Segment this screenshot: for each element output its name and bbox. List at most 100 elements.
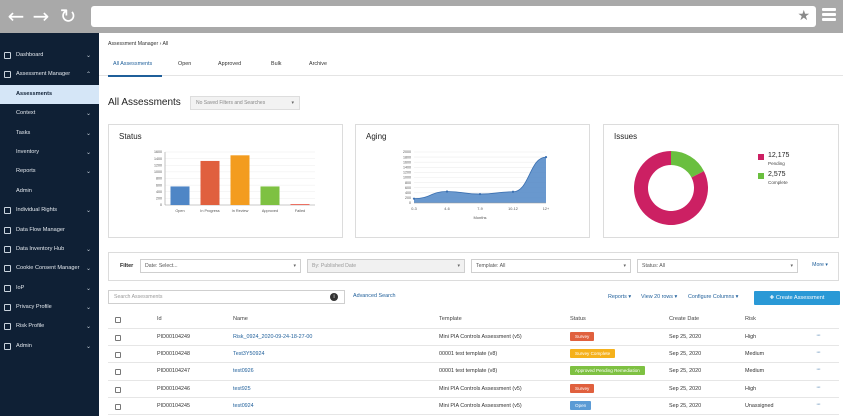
tab-archive[interactable]: Archive <box>309 61 327 67</box>
row-checkbox[interactable] <box>115 403 121 410</box>
row-date: Sep 25, 2020 <box>669 351 702 358</box>
rows-per-page-dropdown[interactable]: View 20 rows ▾ <box>641 294 677 300</box>
sidebar-item-data-flow-manager[interactable]: Data Flow Manager <box>0 221 99 240</box>
row-name[interactable]: test0924 <box>233 398 254 415</box>
issues-card: Issues 12,175 Pending 2,575 Complete <box>603 124 839 238</box>
date-filter-select[interactable]: Date: Select... ▾ <box>140 259 301 273</box>
filter-panel: Filter Date: Select... ▾ By: Published Da… <box>108 252 839 281</box>
info-icon[interactable]: i <box>330 293 338 301</box>
table-row[interactable]: PID00104249 Risk_0924_2020-09-24-18-27-00… <box>108 327 839 347</box>
sidebar-item-cookie-consent-manager[interactable]: Cookie Consent Manager ⌄ <box>0 259 99 278</box>
back-arrow-icon[interactable]: ← <box>6 6 26 26</box>
legend-label-complete: Complete <box>768 180 788 185</box>
legend-swatch-pending <box>758 154 764 160</box>
legend-label-pending: Pending <box>768 161 785 166</box>
row-actions-icon[interactable]: ··· <box>816 327 821 344</box>
table-row[interactable]: PID00104248 Test3Y50924 00001 test templat… <box>108 344 839 364</box>
more-filters-link[interactable]: More ▾ <box>812 262 828 268</box>
sidebar-item-admin[interactable]: Admin ⌄ <box>0 337 99 356</box>
saved-filter-select[interactable]: No Saved Filters and Searches ▾ <box>190 96 300 110</box>
y-tick-label: 600 <box>156 183 162 187</box>
row-date: Sep 25, 2020 <box>669 385 702 392</box>
status-filter-select[interactable]: Status: All ▾ <box>637 259 798 273</box>
tab-bulk[interactable]: Bulk <box>271 61 282 67</box>
sidebar-item-individual-rights[interactable]: Individual Rights ⌄ <box>0 201 99 220</box>
row-template: Mini PIA Controls Assessment (v5) <box>439 402 522 409</box>
status-badge: Survey <box>570 383 595 393</box>
chevron-down-icon: ⌄ <box>85 245 91 253</box>
sidebar-item-context[interactable]: Context ⌄ <box>0 104 99 123</box>
sidebar-item-inventory[interactable]: Inventory ⌄ <box>0 143 99 162</box>
x-tick-label: 0-3 <box>411 207 417 211</box>
row-date: Sep 25, 2020 <box>669 334 702 340</box>
header-id[interactable]: Id <box>157 311 162 328</box>
row-status-cell: Survey Complete <box>570 346 616 363</box>
row-actions-icon[interactable]: ··· <box>816 396 821 413</box>
table-row[interactable]: PID00104246 test925 Mini PIA Controls Asse… <box>108 381 839 398</box>
y-tick-label: 1800 <box>403 155 411 159</box>
y-tick-label: 800 <box>156 177 162 181</box>
template-filter-select[interactable]: Template: All ▾ <box>471 259 631 273</box>
reports-dropdown[interactable]: Reports ▾ <box>608 294 631 300</box>
plus-circle-icon: ✚ <box>769 295 775 301</box>
table-row[interactable]: PID00104247 test0926 00001 test template (… <box>108 361 839 381</box>
header-name[interactable]: Name <box>233 311 248 328</box>
row-checkbox[interactable] <box>115 369 121 376</box>
sidebar-item-iop[interactable]: IoP ⌄ <box>0 279 99 298</box>
row-actions-icon[interactable]: ··· <box>816 361 821 378</box>
y-tick-label: 600 <box>405 186 411 190</box>
row-actions-icon[interactable]: ··· <box>816 344 821 361</box>
hamburger-icon[interactable] <box>822 8 836 24</box>
status-badge: Survey <box>570 332 595 342</box>
header-status[interactable]: Status <box>570 311 586 328</box>
y-tick-label: 0 <box>160 203 162 207</box>
reload-icon[interactable]: ↻ <box>58 6 78 26</box>
chevron-down-icon: ⌄ <box>85 129 91 137</box>
row-actions-icon[interactable]: ··· <box>816 379 821 396</box>
row-name[interactable]: test925 <box>233 381 251 398</box>
create-assessment-button[interactable]: ✚ Create Assessment <box>754 291 840 305</box>
tab-approved[interactable]: Approved <box>218 61 241 67</box>
header-create-date[interactable]: Create Date <box>669 311 699 328</box>
row-checkbox[interactable] <box>115 352 121 359</box>
data-flow-icon <box>4 226 11 234</box>
status-badge: Survey Complete <box>570 349 616 359</box>
sidebar-item-dashboard[interactable]: Dashboard ⌄ <box>0 46 99 65</box>
breadcrumb-parent[interactable]: Assessment Manager <box>108 41 158 47</box>
row-checkbox[interactable] <box>115 386 121 393</box>
row-checkbox[interactable] <box>115 335 121 341</box>
table-row[interactable]: PID00104245 test0924 Mini PIA Controls Ass… <box>108 398 839 415</box>
caret-down-icon: ▾ <box>293 263 296 269</box>
row-name[interactable]: test0926 <box>233 363 254 380</box>
forward-arrow-icon[interactable]: → <box>31 6 51 26</box>
sidebar-item-admin-sub[interactable]: Admin <box>0 182 99 201</box>
data-inventory-icon <box>4 245 11 253</box>
row-template: Mini PIA Controls Assessment (v5) <box>439 334 522 340</box>
sidebar-item-risk-profile[interactable]: Risk Profile ⌄ <box>0 317 99 336</box>
sidebar-item-data-inventory-hub[interactable]: Data Inventory Hub ⌄ <box>0 240 99 259</box>
sidebar-item-tasks[interactable]: Tasks ⌄ <box>0 124 99 143</box>
y-tick-label: 1200 <box>403 171 411 175</box>
tab-all-assessments[interactable]: All Assessments <box>113 61 152 67</box>
search-input[interactable]: Search Assessments i <box>108 290 345 304</box>
x-tick-label: Approved <box>262 209 278 213</box>
row-name[interactable]: Test3Y50924 <box>233 346 264 363</box>
row-date: Sep 25, 2020 <box>669 402 702 409</box>
star-icon[interactable]: ★ <box>797 8 810 24</box>
configure-columns-dropdown[interactable]: Configure Columns ▾ <box>688 294 738 300</box>
sidebar-item-assessments[interactable]: Assessments <box>0 84 99 105</box>
status-card: Status 0 200 400 600 800 1000 1200 1400 1600 Open… <box>108 124 343 238</box>
row-name[interactable]: Risk_0924_2020-09-24-18-27-00 <box>233 329 312 346</box>
tab-open[interactable]: Open <box>178 61 191 67</box>
aging-point <box>544 156 548 159</box>
select-all-checkbox[interactable] <box>115 317 121 323</box>
advanced-search-link[interactable]: Advanced Search <box>353 293 396 299</box>
sidebar-item-assessment-manager[interactable]: Assessment Manager ⌃ <box>0 65 99 84</box>
sidebar-item-reports[interactable]: Reports ⌄ <box>0 162 99 181</box>
row-status-cell: Survey <box>570 381 595 398</box>
risk-icon <box>4 323 11 331</box>
address-bar[interactable]: ★ <box>91 6 816 27</box>
sidebar-item-privacy-profile[interactable]: Privacy Profile ⌄ <box>0 298 99 317</box>
header-template[interactable]: Template <box>439 311 462 328</box>
header-risk[interactable]: Risk <box>745 311 756 328</box>
